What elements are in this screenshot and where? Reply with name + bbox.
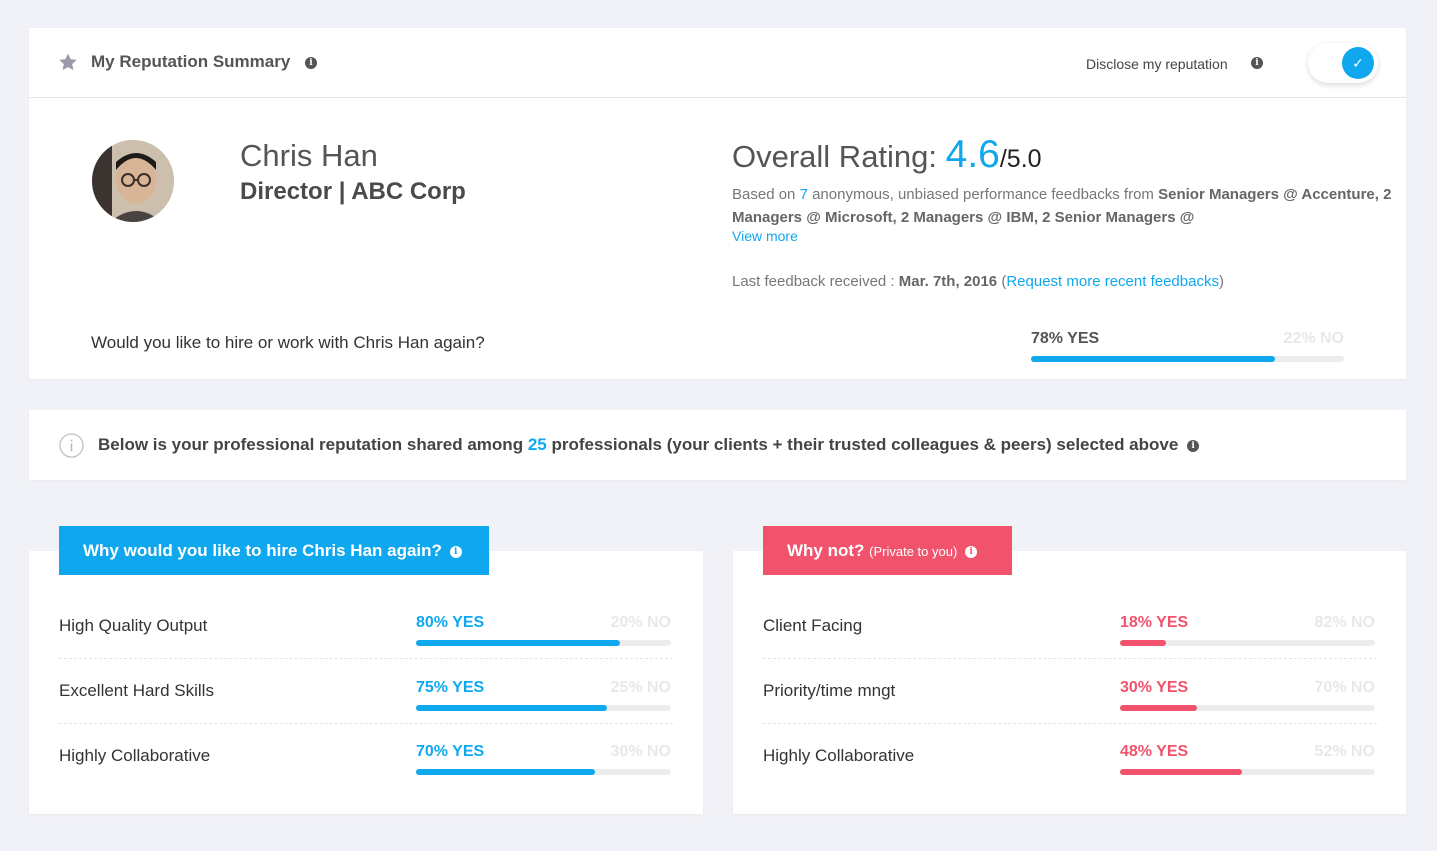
why-not-subtitle: (Private to you) [869,544,958,559]
banner-prefix: Below is your professional reputation sh… [98,435,528,454]
why-hire-title: Why would you like to hire Chris Han aga… [83,541,442,560]
row-divider [763,658,1377,659]
no-label: 22% NO [1283,330,1344,347]
yes-label: 80% YES [416,614,485,631]
info-icon[interactable]: i [1251,57,1263,69]
last-feedback: Last feedback received : Mar. 7th, 2016 … [732,273,1224,290]
rating-bar: 30% YES 70% NO [1120,679,1375,711]
row-label: Priority/time mngt [763,681,896,700]
yes-label: 75% YES [416,679,485,696]
row-label: Client Facing [763,616,863,635]
rating-bar: 48% YES 52% NO [1120,743,1375,775]
yes-label: 30% YES [1120,679,1189,696]
list-item: Highly Collaborative 70% YES 30% NO [59,741,673,806]
bar-fill [1031,356,1276,362]
bar-track [416,705,671,711]
basis-middle: anonymous, unbiased performance feedback… [807,186,1159,203]
bar-fill [416,705,608,711]
last-feedback-date: Mar. 7th, 2016 [898,273,998,290]
rating-bar: 70% YES 30% NO [416,743,671,775]
reputation-summary-card: My Reputation Summary i Disclose my repu… [29,28,1406,379]
info-icon[interactable]: i [449,545,462,558]
row-divider [59,658,673,659]
summary-title: My Reputation Summary [91,52,291,71]
star-icon [59,53,77,70]
person-name: Chris Han [240,138,378,173]
bar-fill [1120,769,1243,775]
professional-count: 25 [527,435,547,454]
feedback-count: 7 [799,186,808,203]
banner-suffix: professionals (your clients + their trus… [546,435,1179,454]
close-paren: ) [1218,273,1224,290]
info-icon[interactable]: i [1187,439,1200,452]
row-divider [59,723,673,724]
rating-bar: 18% YES 82% NO [1120,614,1375,646]
row-label: Highly Collaborative [59,746,211,765]
bar-track [1031,356,1344,362]
request-feedback-link[interactable]: Request more recent feedbacks [1006,273,1219,290]
banner-text: Below is your professional reputation sh… [98,435,1200,455]
bar-track [416,769,671,775]
why-hire-tag: Why would you like to hire Chris Han aga… [59,526,489,575]
list-item: Priority/time mngt 30% YES 70% NO [763,676,1377,741]
row-label: Highly Collaborative [763,746,915,765]
hire-again-bar: 78% YES 22% NO [1031,330,1344,362]
info-outline-icon [59,433,84,458]
yes-label: 78% YES [1031,330,1100,347]
check-icon: ✓ [1342,47,1374,79]
info-icon[interactable]: i [965,545,978,558]
bar-track [1120,640,1375,646]
last-feedback-label: Last feedback received : [732,273,899,290]
yes-label: 18% YES [1120,614,1189,631]
hire-question: Would you like to hire or work with Chri… [91,333,485,352]
bar-fill [416,769,595,775]
info-icon[interactable]: i [305,57,317,69]
bar-fill [416,640,620,646]
row-divider [763,723,1377,724]
info-banner: Below is your professional reputation sh… [29,410,1406,480]
bar-track [1120,705,1375,711]
no-label: 25% NO [610,679,671,696]
disclose-toggle[interactable]: ✓ [1308,43,1378,83]
why-not-tag: Why not? (Private to you) i [763,526,1012,575]
rating-max: /5.0 [999,145,1042,173]
yes-label: 48% YES [1120,743,1189,760]
basis-prefix: Based on [732,186,800,203]
yes-label: 70% YES [416,743,485,760]
no-label: 70% NO [1314,679,1375,696]
list-item: Excellent Hard Skills 75% YES 25% NO [59,676,673,741]
why-hire-panel: High Quality Output 80% YES 20% NO Excel… [29,551,703,814]
list-item: Client Facing 18% YES 82% NO [763,611,1377,676]
no-label: 20% NO [610,614,671,631]
no-label: 82% NO [1314,614,1375,631]
rating-bar: 80% YES 20% NO [416,614,671,646]
rating-basis: Based on 7 anonymous, unbiased performan… [732,183,1392,229]
list-item: Highly Collaborative 48% YES 52% NO [763,741,1377,806]
row-label: Excellent Hard Skills [59,681,214,700]
view-more-link[interactable]: View more [732,228,798,244]
bar-fill [1120,705,1197,711]
no-label: 52% NO [1314,743,1375,760]
rating-label: Overall Rating: [732,139,946,174]
rating-value: 4.6 [945,133,1000,176]
disclose-label: Disclose my reputation [1086,56,1228,72]
summary-header: My Reputation Summary i Disclose my repu… [29,28,1406,98]
person-role: Director | ABC Corp [240,178,466,205]
overall-rating: Overall Rating: 4.6/5.0 [732,133,1042,177]
rating-bar: 75% YES 25% NO [416,679,671,711]
avatar [92,140,174,222]
bar-track [416,640,671,646]
row-label: High Quality Output [59,616,208,635]
why-not-title: Why not? [787,541,865,560]
bar-fill [1120,640,1166,646]
bar-track [1120,769,1375,775]
no-label: 30% NO [610,743,671,760]
list-item: High Quality Output 80% YES 20% NO [59,611,673,676]
why-not-panel: Client Facing 18% YES 82% NO Priority/ti… [733,551,1406,814]
